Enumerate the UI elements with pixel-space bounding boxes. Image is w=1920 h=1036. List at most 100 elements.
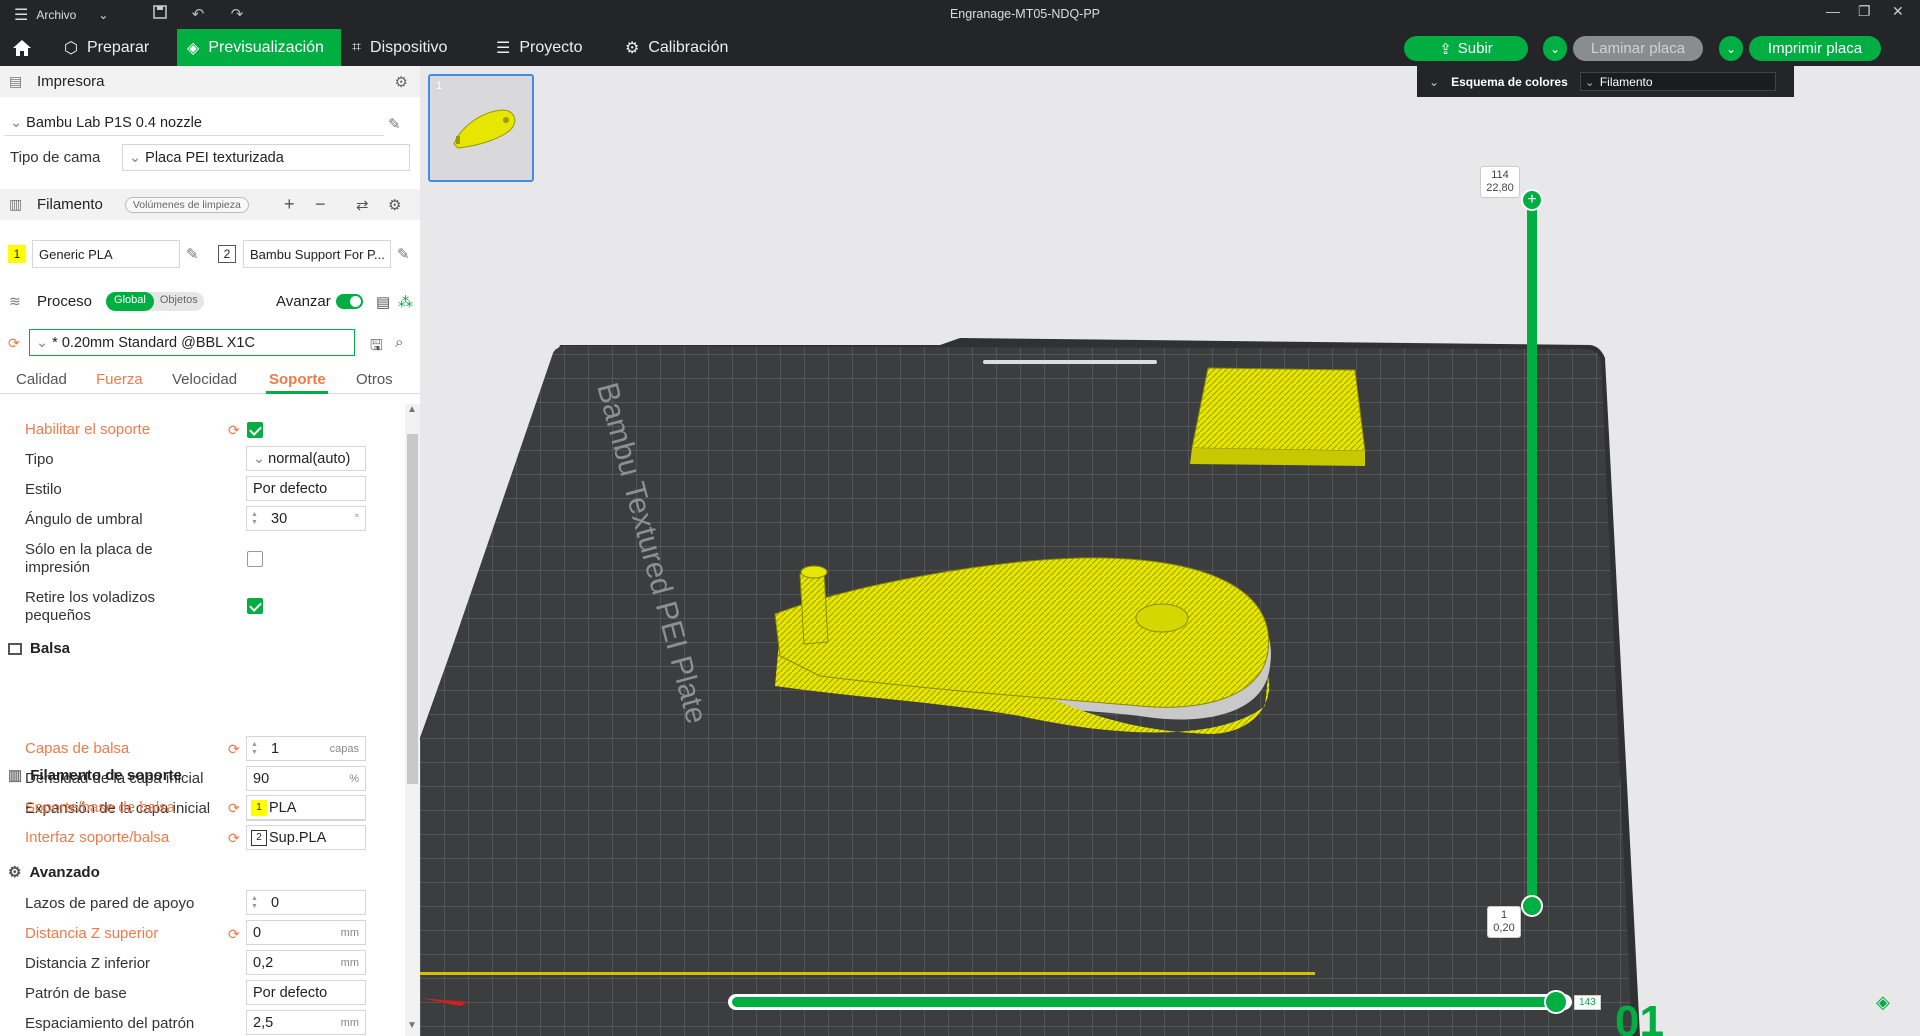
move-slider-handle[interactable] [1544,990,1568,1014]
home-icon [13,39,31,56]
tab-fuerza[interactable]: Fuerza [96,371,143,388]
initial-density-unit: % [349,772,359,785]
slice-label: Laminar placa [1590,40,1686,57]
add-icon[interactable]: + [284,194,295,215]
remove-icon[interactable]: − [315,194,326,215]
print-dropdown[interactable]: ⌄ [1719,36,1743,61]
slice-dropdown[interactable]: ⌄ [1543,36,1567,61]
minimize-icon[interactable]: — [1826,3,1840,19]
gear-icon[interactable]: ⚙ [395,73,408,91]
raft-layers-input[interactable]: ▲ ▼ 1 capas [246,736,366,761]
filament-icon: ▥ [9,196,23,212]
support-type-select[interactable]: ⌄ normal(auto) [246,446,366,471]
filament-slot-1-color[interactable]: 1 [8,245,26,263]
chevron-down-icon: ⌄ [129,149,142,166]
scroll-up-icon[interactable]: ▲ [407,404,417,415]
scrollbar-thumb[interactable] [407,434,418,784]
layers-icon: ◈ [187,39,200,57]
tab-dispositivo[interactable]: ⌗ Dispositivo [342,29,466,66]
spinner-icon[interactable]: ▲ ▼ [251,741,258,757]
support-style-label: Estilo [25,481,62,498]
printer-section-title: Impresora [37,73,105,90]
filament-slot-2-color[interactable]: 2 [218,245,236,263]
upload-button[interactable]: ⇪ Subir [1404,36,1528,61]
list-icon[interactable]: ▤ [376,293,390,311]
enable-support-checkbox[interactable] [247,422,263,438]
save-icon[interactable]: 🖫 [370,335,383,360]
slice-plate-button[interactable]: Laminar placa [1573,36,1703,61]
edit-icon[interactable]: ✎ [397,245,410,263]
filament-slot-1-select[interactable]: Generic PLA [32,240,180,268]
print-plate-button[interactable]: Imprimir placa [1749,36,1881,61]
remove-small-overhangs-checkbox[interactable] [247,598,263,614]
tab-proyecto[interactable]: ☰ Proyecto [486,29,592,66]
layer-slider-bottom-handle[interactable] [1521,895,1543,917]
printer-select[interactable]: ⌄ Bambu Lab P1S 0.4 nozzle [4,111,384,136]
filament-slot-2-select[interactable]: Bambu Support For P... [243,240,391,268]
layer-slider-track[interactable] [1527,201,1537,911]
chevron-down-icon: ⌄ [253,450,266,467]
reset-icon[interactable]: ⟳ [228,741,240,758]
print-label: Imprimir placa [1767,40,1863,57]
layers-toggle-icon[interactable]: ◈ [1876,992,1890,1013]
layer-top-number: 114 [1491,169,1509,181]
move-slider-value: 143 [1574,995,1601,1010]
initial-density-input[interactable]: 90 % [246,766,366,791]
move-slider-track[interactable] [728,994,1572,1010]
plate-only-checkbox[interactable] [247,551,263,567]
threshold-angle-value: 30 [271,510,288,527]
bed-type-select[interactable]: ⌄ Placa PEI texturizada [122,144,410,171]
edit-icon[interactable]: ✎ [388,115,401,133]
scope-objects[interactable]: Objetos [154,292,204,311]
close-icon[interactable]: ✕ [1892,3,1904,20]
tab-velocidad[interactable]: Velocidad [172,371,237,388]
build-plate-scene: Bambu Textured PEI Plate 01 [420,338,1664,1036]
reset-icon[interactable]: ⟳ [228,422,240,439]
scroll-down-icon[interactable]: ▼ [407,1020,417,1031]
big-number: 01 [1615,997,1664,1036]
initial-density-value: 90 [253,770,270,787]
gear-icon[interactable]: ⚙ [388,196,401,214]
scope-global[interactable]: Global [106,292,154,311]
3d-viewport[interactable]: 1 ⌄ Esquema de colores ⌄ Filamento Bambu… [420,66,1920,1036]
bed-type-label: Tipo de cama [10,149,101,166]
upload-icon: ⇪ [1439,40,1452,58]
initial-expansion-input[interactable]: 2 mm [246,796,366,821]
tab-soporte[interactable]: Soporte [269,371,326,388]
support-style-select[interactable]: Por defecto [246,476,366,501]
scope-toggle[interactable]: Global Objetos [106,292,204,311]
threshold-angle-input[interactable]: ▲ ▼ 30 ° [246,506,366,531]
filament-section-header: ▥ Filamento Volúmenes de limpieza + − ⇄ … [0,189,420,220]
printer-section-header: ▤ Impresora ⚙ [0,66,420,97]
calibration-icon: ⚙ [625,39,640,57]
reset-icon[interactable]: ⟳ [8,335,20,352]
tab-calidad[interactable]: Calidad [16,371,67,388]
home-button[interactable] [2,29,42,66]
edit-icon[interactable]: ✎ [186,245,199,263]
chevron-down-icon: ⌄ [1725,41,1737,56]
filament-slot-1-name: Generic PLA [39,246,113,262]
tab-preparar[interactable]: ⬡ Preparar [54,29,166,66]
flush-volumes-button[interactable]: Volúmenes de limpieza [124,196,249,213]
search-icon[interactable]: ⌕ [395,334,403,351]
spinner-icon[interactable]: ▲ ▼ [251,511,258,527]
enable-support-label: Habilitar el soporte [25,421,151,438]
advanced-mode-toggle[interactable] [336,294,363,309]
support-type-label: Tipo [25,451,54,468]
process-profile-select[interactable]: ⌄ * 0.20mm Standard @BBL X1C [29,329,355,356]
scrollbar[interactable]: ▲ ▼ [405,404,420,1036]
settings-panel: ▤ Impresora ⚙ ⌄ Bambu Lab P1S 0.4 nozzle… [0,66,420,1036]
restore-icon[interactable]: ❐ [1858,3,1871,20]
threshold-angle-unit: ° [354,512,359,525]
sync-icon[interactable]: ⇄ [356,196,369,214]
raft-group-header: Balsa [8,640,70,657]
active-tab-indicator [266,391,328,394]
tab-calibracion[interactable]: ⚙ Calibración [615,29,745,66]
filament-slot-2-name: Bambu Support For P... [250,246,385,262]
layer-slider-top-handle[interactable]: + [1521,189,1543,211]
tab-otros[interactable]: Otros [356,371,393,388]
tab-previsualizacion[interactable]: ◈ Previsualización [177,29,341,66]
remove-small-overhangs-label: Retire los voladizos pequeños [25,589,156,624]
compare-icon[interactable]: ⁂ [398,293,413,311]
document-icon: ☰ [496,39,511,57]
